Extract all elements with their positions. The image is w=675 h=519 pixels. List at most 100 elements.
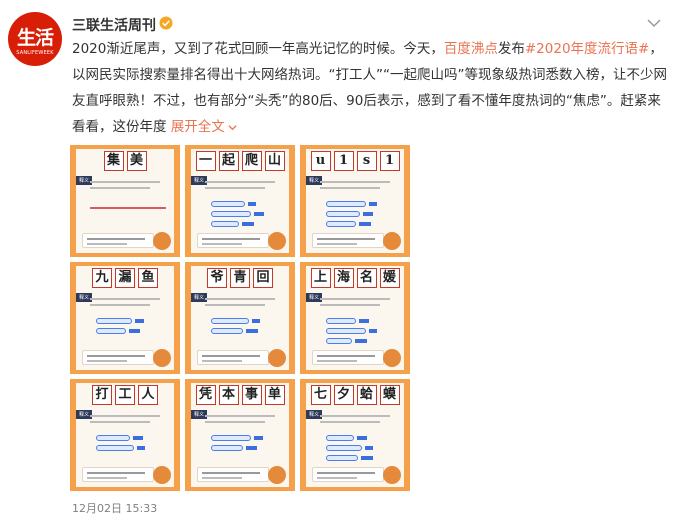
chevron-down-icon[interactable] — [647, 18, 661, 28]
speech-bubble — [197, 350, 269, 365]
image-panel[interactable]: 集 美 释义 — [70, 145, 180, 257]
illustration — [383, 232, 401, 250]
chevron-down-icon — [228, 124, 237, 130]
panel-title: 九 漏 鱼 — [76, 268, 174, 288]
bar-row — [211, 201, 256, 207]
bar-row — [211, 435, 263, 441]
timestamp[interactable]: 12月02日 15:33 — [72, 500, 157, 516]
text-line — [320, 181, 390, 183]
text-line — [320, 298, 390, 300]
verified-badge-icon — [159, 16, 173, 30]
panel-content: 七 夕 蛤 蟆 释义 — [306, 383, 404, 487]
panel-title: 上 海 名 媛 — [306, 268, 404, 288]
title-char: 海 — [333, 268, 354, 288]
avatar-logo-subtext: SANLIFEWEEK — [16, 50, 54, 56]
title-char: 爷 — [207, 268, 227, 288]
text-line — [90, 421, 150, 423]
bar-row — [326, 201, 377, 207]
illustration — [153, 349, 171, 367]
speech-bubble — [197, 467, 269, 482]
image-panel[interactable]: 上 海 名 媛 释义 — [300, 262, 410, 374]
expand-label: 展开全文 — [170, 119, 225, 135]
panel-content: 一 起 爬 山 释义 — [191, 149, 289, 253]
title-char: 回 — [253, 268, 273, 288]
speech-bubble — [312, 467, 384, 482]
illustration — [383, 466, 401, 484]
illustration — [268, 466, 286, 484]
text-line — [205, 304, 265, 306]
image-panel[interactable]: u 1 s 1 释义 — [300, 145, 410, 257]
post-text-part: 2020渐近尾声，又到了花式回顾一年高光记忆的时候。今天， — [72, 41, 444, 57]
bar-row — [326, 455, 373, 461]
speech-bubble — [82, 233, 154, 248]
panel-content: 上 海 名 媛 释义 — [306, 266, 404, 370]
title-char: 夕 — [333, 385, 354, 405]
text-line — [90, 304, 150, 306]
title-char: 青 — [230, 268, 250, 288]
image-panel[interactable]: 七 夕 蛤 蟆 释义 — [300, 379, 410, 491]
author-name[interactable]: 三联生活周刊 — [72, 15, 156, 35]
title-char: 1 — [379, 151, 400, 171]
bar-row — [326, 318, 369, 324]
illustration — [383, 349, 401, 367]
title-char: 蛤 — [356, 385, 377, 405]
title-char: 七 — [310, 385, 331, 405]
title-char: 1 — [333, 151, 354, 171]
title-char: 起 — [218, 151, 239, 171]
title-char: u — [310, 151, 331, 171]
title-char: 媛 — [379, 268, 400, 288]
panel-title: 七 夕 蛤 蟆 — [306, 385, 404, 405]
illustration — [153, 232, 171, 250]
title-char: 凭 — [195, 385, 216, 405]
title-char: 美 — [126, 151, 147, 171]
panel-title: 一 起 爬 山 — [191, 151, 289, 171]
text-line — [320, 187, 380, 189]
bar-row — [211, 221, 254, 227]
title-char: 漏 — [115, 268, 135, 288]
panel-content: 凭 本 事 单 释义 — [191, 383, 289, 487]
illustration — [268, 349, 286, 367]
text-line — [205, 298, 275, 300]
title-char: 事 — [241, 385, 262, 405]
bar-row — [211, 211, 264, 217]
image-panel[interactable]: 打 工 人 释义 — [70, 379, 180, 491]
panel-title: 凭 本 事 单 — [191, 385, 289, 405]
baidu-link[interactable]: 百度沸点 — [444, 41, 498, 57]
title-char: 爬 — [241, 151, 262, 171]
panel-content: 九 漏 鱼 释义 — [76, 266, 174, 370]
title-char: 本 — [218, 385, 239, 405]
title-char: 工 — [115, 385, 135, 405]
image-panel[interactable]: 一 起 爬 山 释义 — [185, 145, 295, 257]
speech-bubble — [312, 350, 384, 365]
title-char: 一 — [195, 151, 216, 171]
text-line — [320, 304, 380, 306]
image-panel[interactable]: 爷 青 回 释义 — [185, 262, 295, 374]
bar-row — [211, 445, 257, 451]
avatar[interactable]: 生活 SANLIFEWEEK — [8, 12, 62, 66]
title-char: 集 — [103, 151, 124, 171]
bar-row — [96, 318, 144, 324]
text-line — [90, 298, 160, 300]
bar-row — [96, 435, 143, 441]
text-line — [205, 187, 265, 189]
expand-full-text-link[interactable]: 展开全文 — [171, 119, 237, 135]
bar-row — [96, 445, 145, 451]
text-line — [205, 181, 275, 183]
post-text: 2020渐近尾声，又到了花式回顾一年高光记忆的时候。今天，百度沸点发布#2020… — [72, 36, 670, 140]
title-char: s — [356, 151, 377, 171]
title-char: 山 — [264, 151, 285, 171]
text-line — [205, 421, 265, 423]
speech-bubble — [82, 350, 154, 365]
text-line — [320, 415, 390, 417]
panel-title: u 1 s 1 — [306, 151, 404, 171]
image-panel[interactable]: 九 漏 鱼 释义 — [70, 262, 180, 374]
title-char: 打 — [92, 385, 112, 405]
text-line — [205, 415, 275, 417]
image-panel[interactable]: 凭 本 事 单 释义 — [185, 379, 295, 491]
avatar-logo-text: 生活 — [16, 27, 54, 49]
title-char: 蟆 — [379, 385, 400, 405]
hashtag-link[interactable]: #2020年度流行语# — [525, 41, 649, 57]
bar-row — [326, 328, 377, 334]
title-char: 人 — [138, 385, 158, 405]
text-line — [90, 181, 160, 183]
